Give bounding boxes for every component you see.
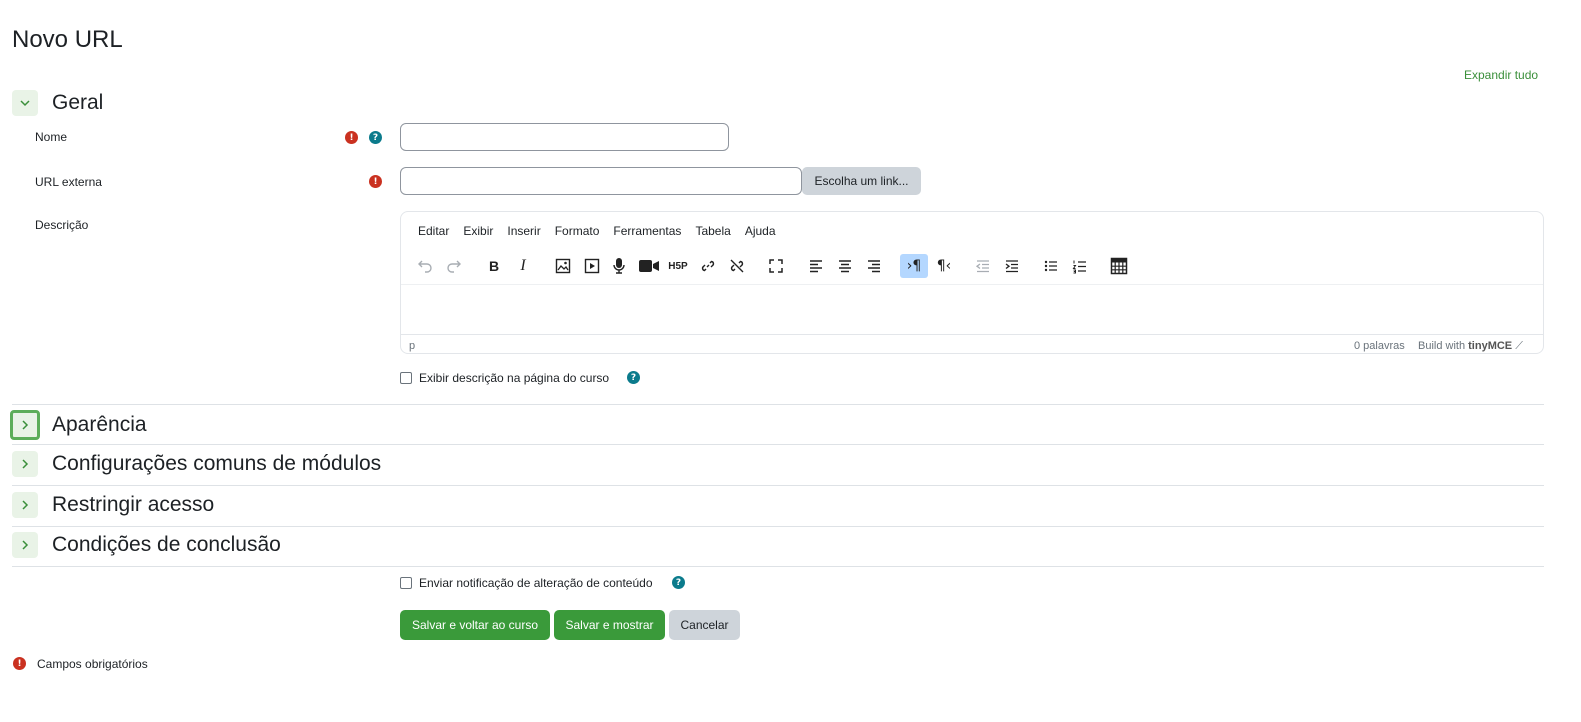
section-appearance-header[interactable]: Aparência [10, 410, 147, 440]
rtl-icon[interactable]: ¶‹ [931, 254, 957, 278]
undo-icon[interactable] [412, 254, 438, 278]
description-label: Descrição [35, 218, 89, 232]
choose-link-button[interactable]: Escolha um link... [802, 167, 921, 195]
media-icon[interactable] [579, 254, 605, 278]
chevron-down-icon[interactable] [12, 90, 38, 116]
required-icon: ! [369, 175, 382, 188]
align-center-icon[interactable] [832, 254, 858, 278]
section-general-title: Geral [52, 91, 104, 114]
bold-icon[interactable]: B [481, 254, 507, 278]
indent-icon[interactable] [999, 254, 1025, 278]
divider [12, 444, 1544, 445]
menu-item-insert[interactable]: Inserir [500, 224, 547, 238]
align-left-icon[interactable] [803, 254, 829, 278]
section-general-header[interactable]: Geral [12, 90, 103, 116]
editor-toolbar: B I H5P ›¶ ¶‹ [411, 254, 1535, 278]
outdent-icon[interactable] [970, 254, 996, 278]
menu-item-table[interactable]: Tabela [688, 224, 737, 238]
tinymce-branding[interactable]: Build with tinyMCE ⟋ [1418, 340, 1523, 353]
help-icon[interactable]: ? [627, 371, 640, 384]
section-restrict-access-title: Restringir acesso [52, 493, 215, 516]
cancel-button[interactable]: Cancelar [669, 610, 740, 640]
record-audio-icon[interactable] [606, 254, 632, 278]
help-icon[interactable]: ? [369, 131, 382, 144]
chevron-right-icon[interactable] [12, 492, 38, 518]
image-icon[interactable] [550, 254, 576, 278]
chevron-right-icon[interactable] [12, 532, 38, 558]
link-icon[interactable] [695, 254, 721, 278]
menu-item-tools[interactable]: Ferramentas [606, 224, 688, 238]
editor-statusbar: p 0 palavras Build with tinyMCE ⟋ [401, 334, 1543, 353]
numbered-list-icon[interactable] [1067, 254, 1093, 278]
notify-checkbox[interactable] [400, 577, 412, 589]
chevron-right-icon[interactable] [12, 451, 38, 477]
menu-item-help[interactable]: Ajuda [738, 224, 783, 238]
expand-all-link[interactable]: Expandir tudo [1464, 68, 1538, 82]
name-input[interactable] [400, 123, 729, 151]
unlink-icon[interactable] [724, 254, 750, 278]
menu-item-view[interactable]: Exibir [456, 224, 500, 238]
table-icon[interactable] [1106, 254, 1132, 278]
menu-item-edit[interactable]: Editar [411, 224, 456, 238]
save-return-button[interactable]: Salvar e voltar ao curso [400, 610, 550, 640]
section-restrict-access-header[interactable]: Restringir acesso [12, 492, 214, 518]
divider [12, 404, 1544, 405]
page-title: Novo URL [12, 26, 123, 53]
required-fields-note: Campos obrigatórios [37, 657, 148, 671]
editor-menubar: Editar Exibir Inserir Formato Ferramenta… [411, 224, 783, 238]
italic-icon[interactable]: I [510, 254, 536, 278]
divider [12, 566, 1544, 567]
section-completion-header[interactable]: Condições de conclusão [12, 532, 281, 558]
external-url-label: URL externa [35, 175, 102, 189]
h5p-icon[interactable]: H5P [665, 254, 691, 278]
name-label: Nome [35, 130, 68, 144]
section-completion-title: Condições de conclusão [52, 533, 281, 556]
required-icon: ! [345, 131, 358, 144]
fullscreen-icon[interactable] [763, 254, 789, 278]
section-appearance-title: Aparência [52, 413, 147, 436]
save-display-button[interactable]: Salvar e mostrar [554, 610, 665, 640]
brand-prefix: Build with [1418, 340, 1466, 352]
redo-icon[interactable] [441, 254, 467, 278]
section-common-modules-title: Configurações comuns de módulos [52, 452, 382, 475]
editor-element-path[interactable]: p [409, 340, 415, 352]
divider [12, 526, 1544, 527]
show-description-checkbox[interactable] [400, 372, 412, 384]
show-description-label[interactable]: Exibir descrição na página do curso [419, 371, 609, 385]
bullet-list-icon[interactable] [1038, 254, 1064, 278]
ltr-icon[interactable]: ›¶ [900, 254, 928, 278]
record-video-icon[interactable] [636, 254, 662, 278]
chevron-right-icon[interactable] [10, 410, 40, 440]
help-icon[interactable]: ? [672, 576, 685, 589]
editor-content-area[interactable] [401, 284, 1543, 335]
brand-name: tinyMCE [1468, 340, 1513, 352]
section-common-modules-header[interactable]: Configurações comuns de módulos [12, 451, 381, 477]
menu-item-format[interactable]: Formato [548, 224, 607, 238]
notify-label[interactable]: Enviar notificação de alteração de conte… [419, 576, 653, 590]
external-url-input[interactable] [400, 167, 802, 195]
align-right-icon[interactable] [861, 254, 887, 278]
divider [12, 485, 1544, 486]
description-editor[interactable]: Editar Exibir Inserir Formato Ferramenta… [400, 211, 1544, 354]
required-icon: ! [13, 657, 26, 670]
word-count[interactable]: 0 palavras [1354, 340, 1405, 352]
